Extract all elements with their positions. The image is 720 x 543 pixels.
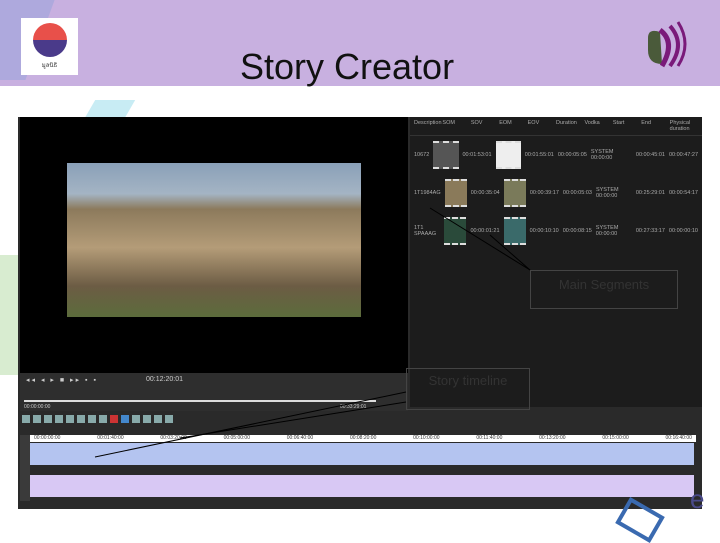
footer-letter: e	[690, 484, 705, 514]
callout-lines	[94, 207, 531, 458]
